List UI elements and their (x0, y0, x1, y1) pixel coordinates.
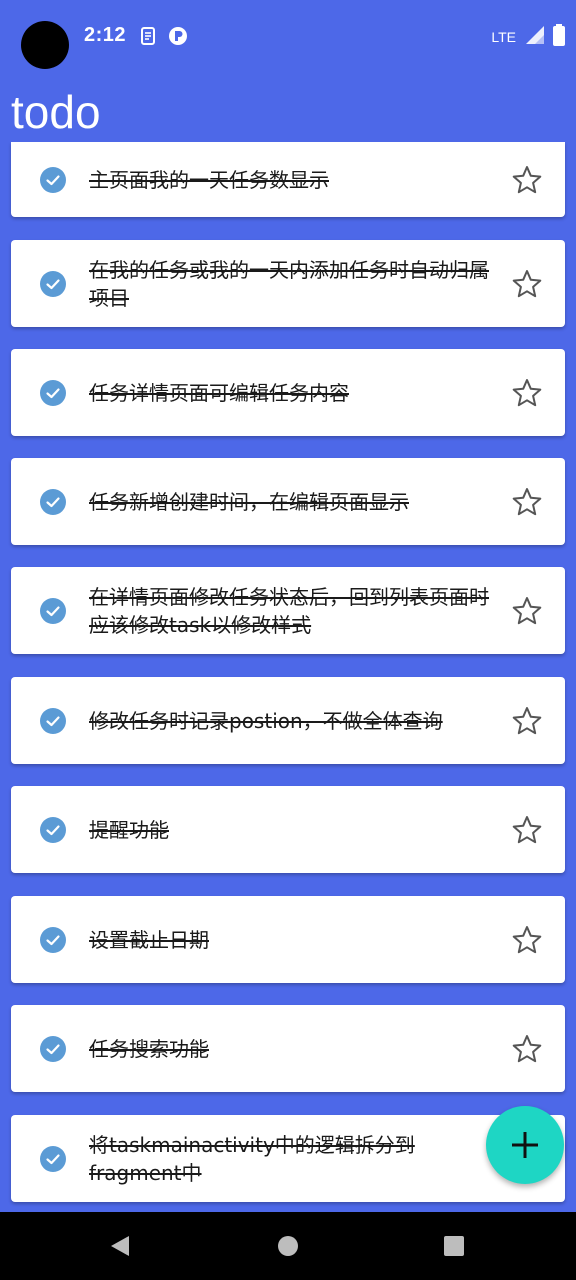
camera-cutout (21, 21, 69, 69)
task-card[interactable]: 任务详情页面可编辑任务内容 (11, 349, 565, 436)
status-right-group: LTE (491, 24, 566, 50)
document-icon (138, 26, 158, 46)
star-icon[interactable] (511, 705, 543, 737)
check-circle-icon[interactable] (40, 926, 66, 953)
task-card[interactable]: 设置截止日期 (11, 896, 565, 983)
back-icon[interactable] (108, 1234, 132, 1262)
task-title: 在详情页面修改任务状态后，回到列表页面时应该修改task以修改样式 (89, 584, 489, 637)
battery-icon (552, 24, 566, 50)
signal-icon (524, 24, 546, 50)
task-title: 修改任务时记录postion，不做全体查询 (89, 708, 443, 733)
task-card[interactable]: 修改任务时记录postion，不做全体查询 (11, 677, 565, 764)
task-title: 将taskmainactivity中的逻辑拆分到fragment中 (89, 1132, 415, 1185)
status-bar: 2:12 LTE (0, 0, 576, 76)
task-card[interactable]: 将taskmainactivity中的逻辑拆分到fragment中 (11, 1115, 565, 1202)
star-icon[interactable] (511, 1033, 543, 1065)
task-title: 主页面我的一天任务数显示 (89, 167, 329, 192)
recents-icon[interactable] (443, 1234, 465, 1260)
check-circle-icon[interactable] (40, 379, 66, 406)
task-card[interactable]: 任务新增创建时间，在编辑页面显示 (11, 458, 565, 545)
check-circle-icon[interactable] (40, 488, 66, 515)
check-circle-icon[interactable] (40, 270, 66, 297)
add-task-button[interactable] (486, 1106, 564, 1184)
status-time: 2:12 (84, 24, 127, 46)
check-circle-icon[interactable] (40, 166, 66, 193)
task-title: 任务搜索功能 (89, 1036, 209, 1061)
task-title: 任务详情页面可编辑任务内容 (89, 380, 349, 405)
star-icon[interactable] (511, 268, 543, 300)
check-circle-icon[interactable] (40, 1145, 66, 1172)
task-title: 提醒功能 (89, 817, 169, 842)
app-title: todo (11, 86, 101, 138)
app-bar: todo (0, 76, 576, 142)
network-label: LTE (491, 29, 516, 45)
home-icon[interactable] (277, 1234, 299, 1260)
check-circle-icon[interactable] (40, 816, 66, 843)
task-list[interactable]: 主页面我的一天任务数显示 在我的任务或我的一天内添加任务时自动归属项目 任务详情… (0, 142, 576, 1212)
star-icon[interactable] (511, 164, 543, 196)
star-icon[interactable] (511, 924, 543, 956)
task-title: 任务新增创建时间，在编辑页面显示 (89, 489, 409, 514)
star-icon[interactable] (511, 595, 543, 627)
task-card[interactable]: 提醒功能 (11, 786, 565, 873)
check-circle-icon[interactable] (40, 707, 66, 734)
task-title: 设置截止日期 (89, 927, 209, 952)
star-icon[interactable] (511, 377, 543, 409)
check-circle-icon[interactable] (40, 1035, 66, 1062)
plus-icon (512, 1132, 538, 1158)
star-icon[interactable] (511, 814, 543, 846)
task-card[interactable]: 在我的任务或我的一天内添加任务时自动归属项目 (11, 240, 565, 327)
task-card[interactable]: 主页面我的一天任务数显示 (11, 142, 565, 217)
task-title: 在我的任务或我的一天内添加任务时自动归属项目 (89, 257, 489, 310)
task-card[interactable]: 在详情页面修改任务状态后，回到列表页面时应该修改task以修改样式 (11, 567, 565, 654)
star-icon[interactable] (511, 486, 543, 518)
task-card[interactable]: 任务搜索功能 (11, 1005, 565, 1092)
app-r-icon (168, 26, 188, 46)
check-circle-icon[interactable] (40, 597, 66, 624)
system-nav-bar (0, 1212, 576, 1280)
